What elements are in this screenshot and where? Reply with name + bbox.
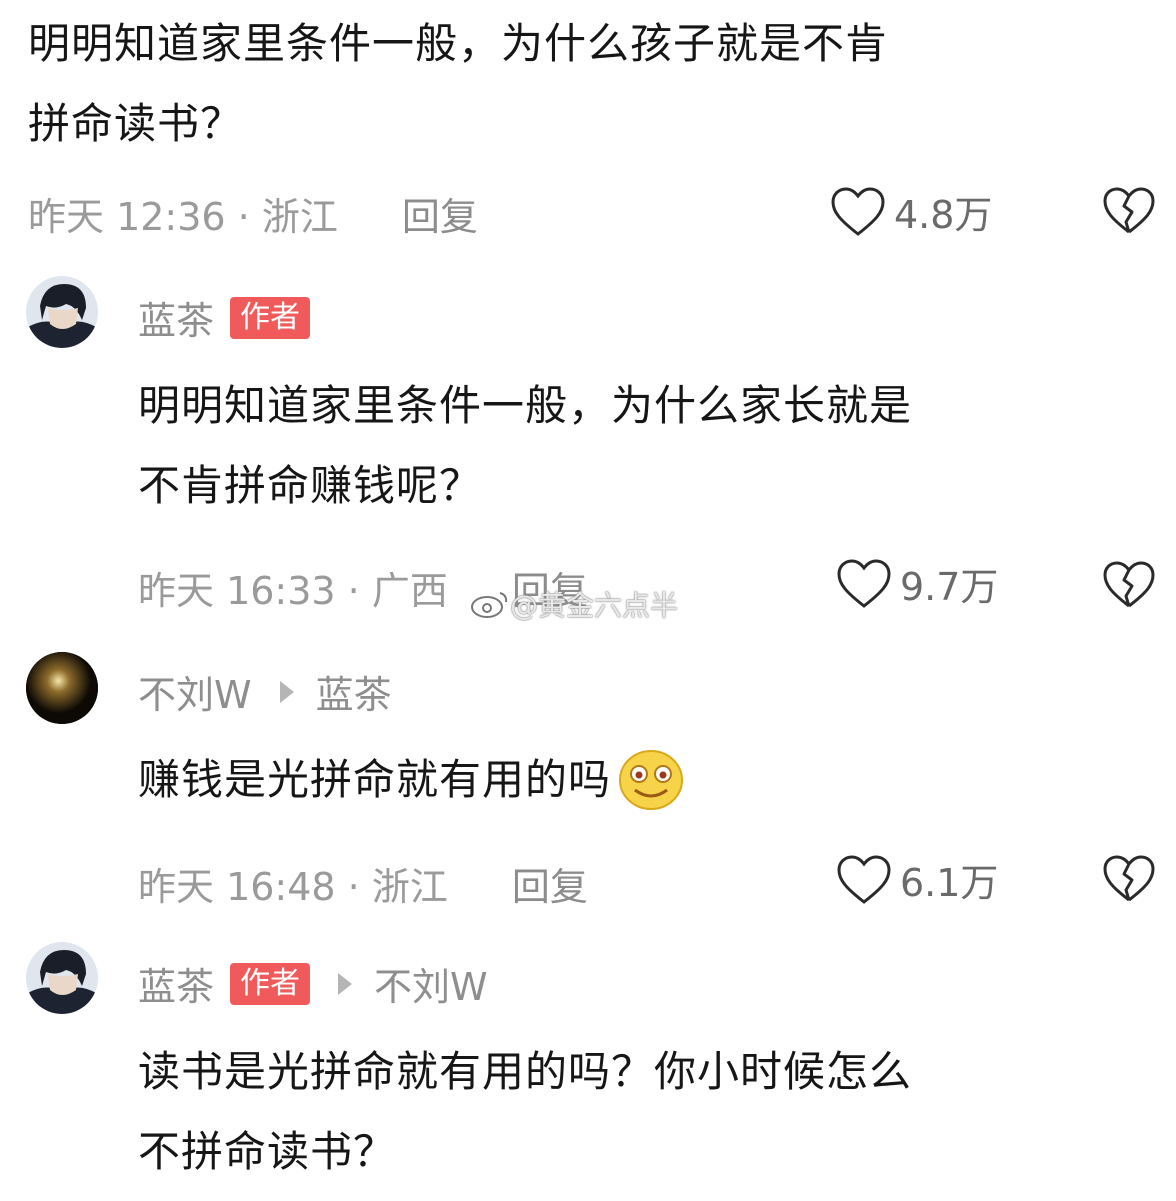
heart-outline-icon (837, 854, 891, 904)
heart-outline-icon (831, 186, 885, 236)
comment-3-reply-button[interactable]: 回复 (512, 856, 588, 911)
comment-2-line-1: 明明知道家里条件一般，为什么家长就是 (138, 381, 913, 430)
anime-boy-avatar-icon (26, 276, 98, 348)
avatar[interactable] (26, 276, 98, 348)
comment-2-like-count: 9.7万 (900, 565, 999, 609)
comment-1-text: 明明知道家里条件一般，为什么孩子就是不肯 拼命读书？ (28, 4, 1168, 164)
comment-3-dislike-button[interactable] (1102, 854, 1156, 904)
comment-2-line-2: 不肯拼命赚钱呢？ (138, 461, 483, 510)
comment-3-meta: 昨天 16:48 · 浙江 回复 (138, 856, 588, 911)
username[interactable]: 蓝茶 (138, 956, 214, 1011)
anime-boy-avatar-icon (26, 942, 98, 1014)
comment-2-like-button[interactable]: 9.7万 (836, 556, 998, 611)
reply-to-username[interactable]: 蓝茶 (316, 664, 392, 719)
night-light-avatar-icon (26, 652, 98, 724)
comment-3-like-count: 6.1万 (900, 861, 999, 905)
watermark-text: @黄金六点半 (510, 589, 679, 622)
comment-2-timestamp: 昨天 16:33 · 广西 (138, 569, 448, 613)
broken-heart-icon (1103, 561, 1155, 608)
comment-4-text: 读书是光拼命就有用的吗？你小时候怎么 不拼命读书？ (138, 1032, 1168, 1192)
username[interactable]: 不刘W (138, 664, 252, 719)
comment-1-line-1: 明明知道家里条件一般，为什么孩子就是不肯 (28, 19, 889, 68)
avatar[interactable] (26, 942, 98, 1014)
comment-3-text: 赚钱是光拼命就有用的吗 (138, 740, 1168, 820)
comment-1-like-button[interactable]: 4.8万 (830, 184, 992, 239)
author-badge: 作者 (230, 296, 311, 339)
comment-1-line-2: 拼命读书？ (28, 99, 244, 148)
comment-1-meta: 昨天 12:36 · 浙江 回复 (28, 186, 478, 241)
broken-heart-icon (1103, 855, 1155, 902)
triangle-right-icon (279, 680, 294, 703)
author-badge: 作者 (230, 962, 311, 1005)
comment-3-header: 不刘W 蓝茶 (138, 664, 392, 719)
heart-outline-icon (837, 558, 891, 608)
comment-1-like-count: 4.8万 (894, 193, 993, 237)
smiley-emoji (619, 750, 684, 810)
comment-3-line-1: 赚钱是光拼命就有用的吗 (138, 755, 612, 804)
username[interactable]: 蓝茶 (138, 290, 214, 345)
watermark: @黄金六点半 (470, 584, 678, 624)
comment-4-header: 蓝茶 作者 不刘W (138, 956, 488, 1011)
comment-1-timestamp: 昨天 12:36 · 浙江 (28, 195, 338, 239)
broken-heart-icon (1103, 187, 1155, 234)
triangle-right-icon (338, 972, 353, 995)
comment-1-reply-button[interactable]: 回复 (402, 186, 478, 241)
reply-to-username[interactable]: 不刘W (374, 956, 488, 1011)
comment-1-dislike-button[interactable] (1102, 186, 1156, 236)
weibo-logo-icon (471, 592, 508, 618)
comment-2-header: 蓝茶 作者 (138, 290, 311, 345)
avatar[interactable] (26, 652, 98, 724)
comment-2-text: 明明知道家里条件一般，为什么家长就是 不肯拼命赚钱呢？ (138, 366, 1168, 526)
comment-3-like-button[interactable]: 6.1万 (836, 852, 998, 907)
comment-3-timestamp: 昨天 16:48 · 浙江 (138, 865, 448, 909)
comment-2-dislike-button[interactable] (1102, 560, 1156, 610)
comment-4-line-2: 不拼命读书？ (138, 1127, 397, 1176)
comment-4-line-1: 读书是光拼命就有用的吗？你小时候怎么 (138, 1047, 913, 1096)
